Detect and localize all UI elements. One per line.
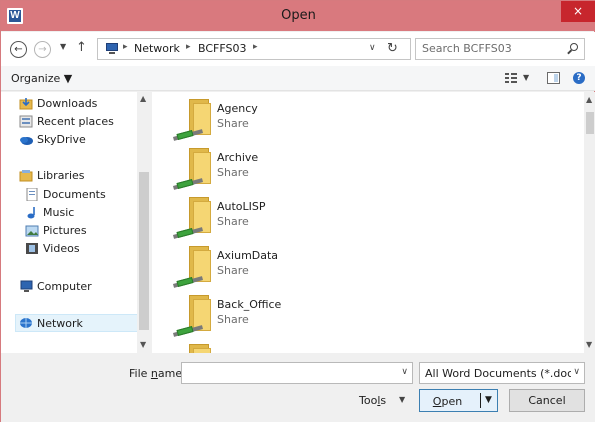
file-name-input[interactable] [182,363,392,383]
search-box[interactable]: Search BCFFS03 [415,38,585,60]
recent-places-icon [19,115,33,128]
list-item[interactable]: Agency Share [171,97,391,145]
list-item[interactable]: AxiumData Share [171,244,391,292]
dialog-title: Open [281,8,316,23]
breadcrumb-separator-icon[interactable]: ▸ [123,42,128,52]
help-icon[interactable]: ? [573,72,585,84]
nav-item-computer[interactable]: Computer [19,278,147,296]
scrollbar-thumb[interactable] [586,112,594,134]
music-icon [25,206,39,219]
tools-button[interactable]: Tools [359,394,386,407]
file-name-field[interactable]: ∨ [181,362,413,384]
tools-dropdown-icon[interactable]: ▼ [399,395,405,404]
nav-item-documents[interactable]: Documents [25,186,153,204]
breadcrumb-network[interactable]: Network [134,42,180,56]
network-share-icon [171,293,213,339]
list-item[interactable] [171,342,391,353]
preview-pane-icon[interactable] [547,72,560,84]
nav-item-libraries[interactable]: Libraries [19,167,147,185]
nav-item-downloads[interactable]: Downloads [19,95,147,113]
videos-icon [25,242,39,255]
network-share-icon [171,97,213,143]
open-button[interactable]: Open ▼ [419,389,498,412]
pictures-icon [25,224,39,237]
address-dropdown-icon[interactable]: ∨ [369,43,376,53]
navigation-pane: Downloads Recent places SkyDrive Librari… [1,92,151,353]
nav-item-network[interactable]: Network [15,314,138,332]
back-button[interactable]: ← [10,41,27,58]
scrollbar-thumb[interactable] [139,172,149,330]
open-options-dropdown-icon[interactable]: ▼ [485,395,492,405]
nav-item-pictures[interactable]: Pictures [25,222,153,240]
forward-button[interactable]: → [34,41,51,58]
network-icon [19,317,33,330]
organize-button[interactable]: Organize ▼ [11,72,72,85]
documents-icon [25,187,39,202]
search-placeholder: Search BCFFS03 [422,42,512,55]
close-button[interactable]: × [561,1,595,22]
title-bar[interactable]: W Open × [1,1,595,31]
view-options-dropdown-icon[interactable]: ▼ [523,73,529,82]
open-dialog: W Open × ← → ▼ ↑ ▸ Network ▸ BCFFS03 ▸ ∨… [0,0,595,422]
address-bar[interactable]: ▸ Network ▸ BCFFS03 ▸ ∨ ↻ [97,38,411,60]
network-share-icon [171,342,213,353]
nav-item-videos[interactable]: Videos [25,240,153,258]
dialog-footer: File name: ∨ All Word Documents (*.docx;… [1,353,595,422]
list-item[interactable]: Back_Office Share [171,293,391,341]
cancel-button[interactable]: Cancel [509,389,585,412]
command-bar: Organize ▼ ▼ ? [1,66,595,91]
scroll-up-icon[interactable]: ▲ [586,95,592,104]
refresh-icon[interactable]: ↻ [387,41,398,56]
file-name-dropdown-icon[interactable]: ∨ [401,367,408,377]
network-share-icon [171,146,213,192]
scroll-down-icon[interactable]: ▼ [140,340,146,349]
breadcrumb-bcffs03[interactable]: BCFFS03 [198,42,246,56]
list-item[interactable]: Archive Share [171,146,391,194]
list-item[interactable]: AutoLISP Share [171,195,391,243]
nav-item-music[interactable]: Music [25,204,153,222]
downloads-icon [19,97,33,110]
nav-item-skydrive[interactable]: SkyDrive [19,131,147,149]
nav-item-recent-places[interactable]: Recent places [19,113,147,131]
recent-locations-dropdown-icon[interactable]: ▼ [60,42,66,51]
skydrive-icon [19,133,33,146]
file-list: Agency Share Archive Share AutoLISP Shar… [152,92,584,353]
libraries-icon [19,169,33,182]
file-type-filter[interactable]: All Word Documents (*.docx;*.docm;*.dotx… [419,362,585,384]
breadcrumb-separator-icon[interactable]: ▸ [186,42,191,52]
change-view-icon[interactable] [505,73,517,84]
computer-icon [19,280,33,293]
scroll-down-icon[interactable]: ▼ [586,340,592,349]
network-location-icon [105,43,119,54]
network-share-icon [171,195,213,241]
up-folder-button[interactable]: ↑ [76,40,87,55]
nav-pane-scrollbar[interactable]: ▲ ▼ [137,92,151,353]
file-list-scrollbar[interactable]: ▲ ▼ [584,92,595,353]
breadcrumb-separator-icon[interactable]: ▸ [253,42,258,52]
network-share-icon [171,244,213,290]
file-name-label: File name: [129,367,186,380]
navigation-bar: ← → ▼ ↑ ▸ Network ▸ BCFFS03 ▸ ∨ ↻ Search… [1,32,595,66]
search-icon[interactable] [567,43,579,55]
scroll-up-icon[interactable]: ▲ [140,94,146,103]
file-type-dropdown-icon[interactable]: ∨ [573,367,580,377]
